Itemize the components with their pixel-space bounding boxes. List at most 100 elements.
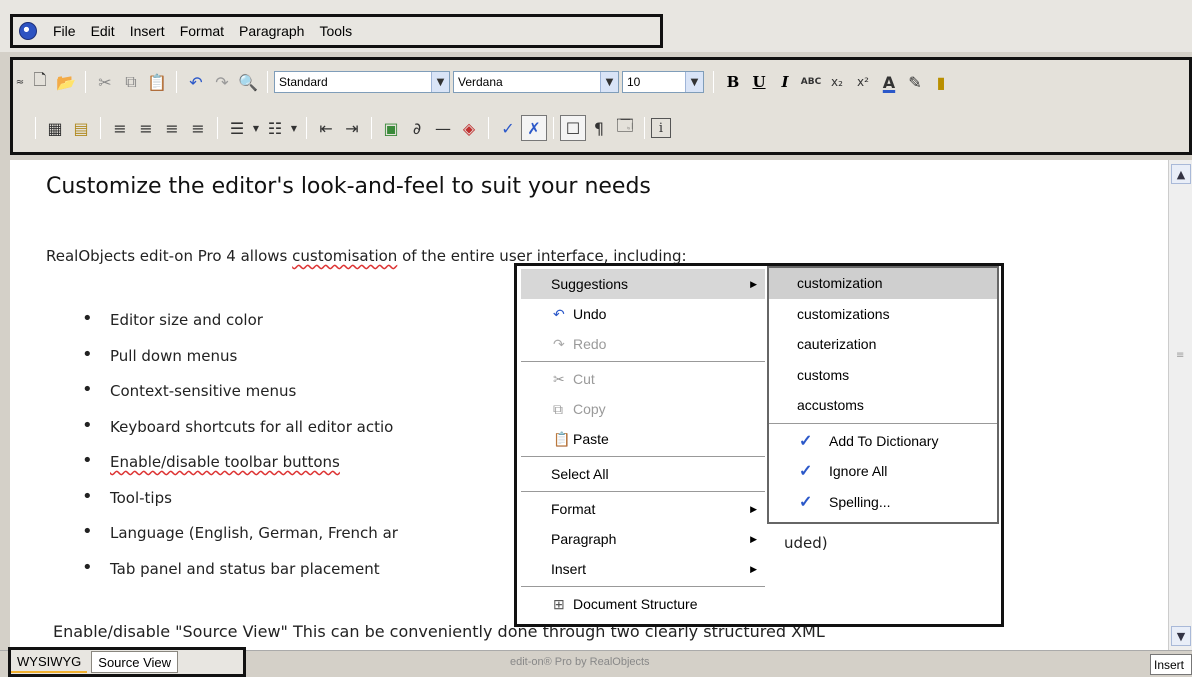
menu-item-label: Paragraph xyxy=(551,531,617,547)
copy-icon: ⧉ xyxy=(553,400,563,417)
list-item: Enable/disable toolbar buttons xyxy=(82,450,398,489)
show-borders-icon[interactable]: ☐ xyxy=(560,115,586,141)
suggestion-item[interactable]: cauterization xyxy=(769,329,997,360)
ignore-all-item[interactable]: ✓ Ignore All xyxy=(769,456,997,487)
scroll-down-icon[interactable]: ▼ xyxy=(1171,626,1191,646)
highlighter-yellow-icon[interactable]: ▮ xyxy=(928,69,954,95)
show-paragraph-marks-icon[interactable]: ¶ xyxy=(586,115,612,141)
menu-item-select-all[interactable]: Select All xyxy=(521,459,765,489)
align-center-icon[interactable]: ≡ xyxy=(133,115,159,141)
bold-button[interactable]: B xyxy=(720,73,746,91)
list-item: Pull down menus xyxy=(82,344,398,383)
tab-source-view[interactable]: Source View xyxy=(91,651,179,673)
strikethrough-icon[interactable]: ABC xyxy=(798,69,824,95)
redo-icon[interactable]: ↷ xyxy=(209,69,235,95)
suggestion-item[interactable]: customization xyxy=(769,268,997,299)
menu-item-paragraph[interactable]: Paragraph ▶ xyxy=(521,524,765,554)
scroll-grip-icon[interactable]: ≡ xyxy=(1176,350,1184,361)
new-document-icon[interactable]: 🗋 xyxy=(27,69,53,95)
spelling-item[interactable]: ✓ Spelling... xyxy=(769,487,997,518)
chevron-down-icon[interactable]: ▼ xyxy=(685,72,703,92)
numbered-list-icon[interactable]: ☷ xyxy=(262,115,288,141)
superscript-icon[interactable]: x² xyxy=(850,69,876,95)
paste-icon[interactable]: 📋 xyxy=(144,69,170,95)
menu-item-document-structure[interactable]: ⊞ Document Structure xyxy=(521,589,765,619)
align-justify-icon[interactable]: ≡ xyxy=(185,115,211,141)
menu-insert[interactable]: Insert xyxy=(130,23,165,39)
list-item: Editor size and color xyxy=(82,308,398,347)
menu-edit[interactable]: Edit xyxy=(91,23,115,39)
bullet-list-icon[interactable]: ☰ xyxy=(224,115,250,141)
scroll-up-icon[interactable]: ▲ xyxy=(1171,164,1191,184)
suggestion-item[interactable]: accustoms xyxy=(769,390,997,421)
feature-list: Editor size and color Pull down menus Co… xyxy=(82,308,398,595)
toolbar-row-2: ▦ ▤ ≡ ≡ ≡ ≡ ☰ ▼ ☷ ▼ ⇤ ⇥ ▣ ∂ — ◈ ✓ ✗ ☐ ¶ … xyxy=(29,112,671,144)
menu-separator xyxy=(769,422,997,424)
find-icon[interactable]: 🔍 xyxy=(235,69,261,95)
menu-file[interactable]: File xyxy=(53,23,76,39)
insert-table-icon[interactable]: ▤ xyxy=(68,115,94,141)
open-folder-icon[interactable]: 📂 xyxy=(53,69,79,95)
suggestion-item[interactable]: customs xyxy=(769,360,997,391)
increase-indent-icon[interactable]: ⇥ xyxy=(339,115,365,141)
vertical-scrollbar[interactable]: ▲ ≡ ▼ xyxy=(1168,160,1192,650)
link-icon[interactable]: ∂ xyxy=(404,115,430,141)
subscript-icon[interactable]: x₂ xyxy=(824,69,850,95)
info-icon[interactable]: i xyxy=(651,118,671,138)
underline-button[interactable]: U xyxy=(746,73,772,91)
spellcheck-icon: ✓ xyxy=(799,463,813,481)
font-size-select[interactable]: 10 ▼ xyxy=(622,71,704,93)
add-to-dictionary-item[interactable]: ✓ Add To Dictionary xyxy=(769,426,997,457)
table-icon[interactable]: ▦ xyxy=(42,115,68,141)
submenu-arrow-icon: ▶ xyxy=(750,563,757,574)
chevron-down-icon[interactable]: ▼ xyxy=(288,115,300,141)
insert-image-icon[interactable]: ▣ xyxy=(378,115,404,141)
toolbar-separator xyxy=(217,117,218,139)
menu-tools[interactable]: Tools xyxy=(319,23,352,39)
menu-item-label: Cut xyxy=(573,371,595,387)
intro-prefix: RealObjects edit-on Pro 4 allows xyxy=(46,247,293,265)
menu-separator xyxy=(521,491,765,492)
chevron-down-icon[interactable]: ▼ xyxy=(250,115,262,141)
menu-item-label: Ignore All xyxy=(829,463,888,480)
document-structure-icon: ⊞ xyxy=(553,595,565,612)
menu-format[interactable]: Format xyxy=(180,23,224,39)
menu-item-suggestions[interactable]: Suggestions ▶ xyxy=(521,269,765,299)
cut-icon[interactable]: ✂ xyxy=(92,69,118,95)
menu-item-label: Copy xyxy=(573,401,606,417)
menu-item-label: Format xyxy=(551,501,596,517)
suggestion-item[interactable]: customizations xyxy=(769,299,997,330)
menu-item-paste[interactable]: 📋 Paste xyxy=(521,424,765,454)
decrease-indent-icon[interactable]: ⇤ xyxy=(313,115,339,141)
horizontal-rule-icon[interactable]: — xyxy=(430,115,456,141)
style-select[interactable]: Standard ▼ xyxy=(274,71,450,93)
menu-item-redo[interactable]: ↷ Redo xyxy=(521,329,765,359)
undo-icon[interactable]: ↶ xyxy=(183,69,209,95)
copy-icon[interactable]: ⧉ xyxy=(118,69,144,95)
highlight-icon[interactable]: ✎ xyxy=(902,69,928,95)
font-select[interactable]: Verdana ▼ xyxy=(453,71,619,93)
menu-item-label: Spelling... xyxy=(829,493,891,510)
collapse-toolbar-icon[interactable]: ≈ xyxy=(13,69,27,95)
spellcheck-icon: ✓ xyxy=(799,432,813,450)
menu-item-undo[interactable]: ↶ Undo xyxy=(521,299,765,329)
spellcheck-as-you-type-icon[interactable]: ✗ xyxy=(521,115,547,141)
tab-wysiwyg[interactable]: WYSIWYG xyxy=(11,651,88,673)
menu-paragraph[interactable]: Paragraph xyxy=(239,23,304,39)
font-color-icon[interactable]: A xyxy=(876,69,902,95)
misspelled-word[interactable]: customisation xyxy=(292,247,397,265)
align-left-icon[interactable]: ≡ xyxy=(107,115,133,141)
menu-item-copy[interactable]: ⧉ Copy xyxy=(521,394,765,424)
align-right-icon[interactable]: ≡ xyxy=(159,115,185,141)
menu-item-cut[interactable]: ✂ Cut xyxy=(521,364,765,394)
menu-item-format[interactable]: Format ▶ xyxy=(521,494,765,524)
chevron-down-icon[interactable]: ▼ xyxy=(431,72,449,92)
menu-item-insert[interactable]: Insert ▶ xyxy=(521,554,765,584)
insert-object-icon[interactable]: ◈ xyxy=(456,115,482,141)
spellcheck-icon[interactable]: ✓ xyxy=(495,115,521,141)
status-branding: edit-on® Pro by RealObjects xyxy=(510,656,650,668)
properties-icon[interactable]: 🗔 xyxy=(612,115,638,141)
cut-icon: ✂ xyxy=(553,370,565,387)
chevron-down-icon[interactable]: ▼ xyxy=(600,72,618,92)
italic-button[interactable]: I xyxy=(772,73,798,91)
